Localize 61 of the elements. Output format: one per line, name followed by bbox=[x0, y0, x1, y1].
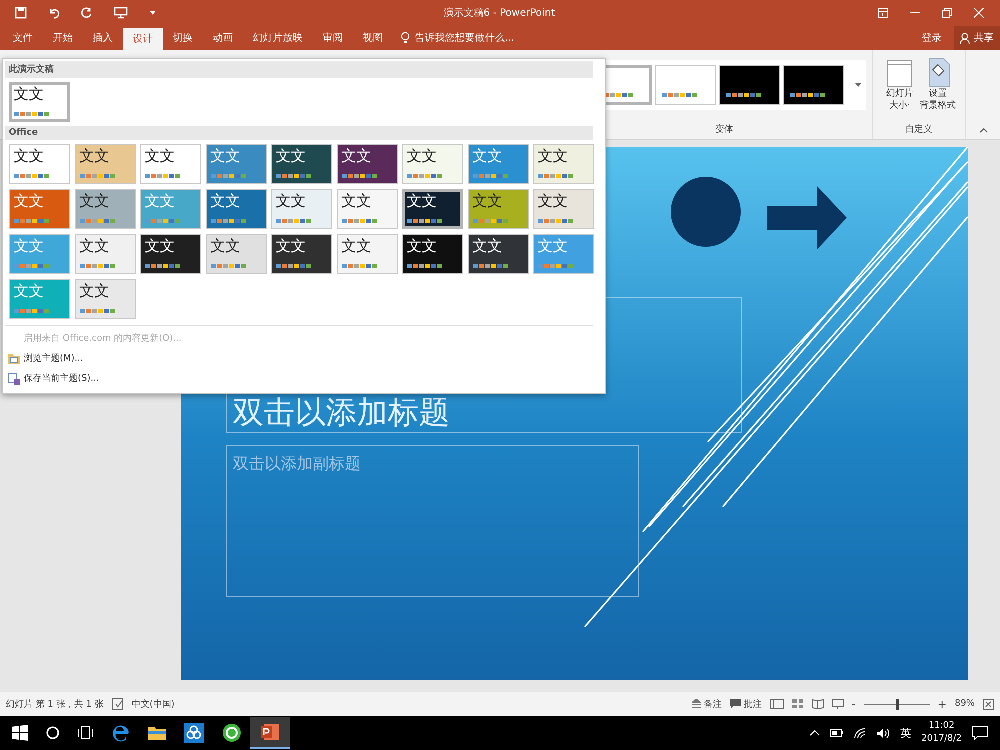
theme-thumbnail[interactable]: 文文 bbox=[206, 234, 266, 274]
theme-thumbnail[interactable]: 文文 bbox=[140, 144, 201, 184]
menu-item[interactable]: 浏览主题(M)... bbox=[5, 352, 593, 365]
notes-button[interactable]: 备注 bbox=[692, 698, 722, 710]
theme-thumbnail[interactable]: 文文 bbox=[9, 82, 70, 122]
ribbon-tab[interactable]: 审阅 bbox=[313, 26, 353, 50]
theme-thumbnail[interactable]: 文文 bbox=[74, 189, 136, 229]
theme-thumbnail[interactable]: 文文 bbox=[468, 144, 528, 184]
theme-thumbnail[interactable]: 文文 bbox=[336, 189, 398, 229]
ribbon-tab[interactable]: 插入 bbox=[83, 26, 123, 50]
theme-thumbnail[interactable]: 文文 bbox=[206, 189, 266, 229]
ribbon-tab[interactable]: 切换 bbox=[163, 26, 203, 50]
button-label-line: 大小· bbox=[890, 100, 910, 112]
theme-thumbnail[interactable]: 文文 bbox=[74, 234, 136, 274]
clock-time[interactable]: 11:02 bbox=[928, 720, 955, 733]
input-method-indicator[interactable]: 英 bbox=[900, 726, 912, 740]
theme-thumbnail[interactable]: 文文 bbox=[9, 189, 70, 229]
ribbon-tab[interactable]: 视图 bbox=[353, 26, 393, 50]
theme-thumbnail[interactable]: 文文 bbox=[271, 234, 332, 274]
theme-thumbnail[interactable]: 文文 bbox=[336, 234, 398, 274]
theme-thumbnail[interactable]: 文文 bbox=[74, 279, 136, 319]
ribbon-button[interactable]: 幻灯片 大小· bbox=[883, 58, 917, 112]
theme-thumbnail[interactable]: 文文 bbox=[402, 189, 463, 229]
theme-thumbnail[interactable]: 文文 bbox=[9, 144, 70, 184]
group-label: 自定义 bbox=[904, 124, 934, 136]
menu-item[interactable]: 保存当前主题(S)... bbox=[5, 372, 593, 385]
zoom-out-button[interactable]: - bbox=[852, 698, 856, 710]
clock-date[interactable]: 2017/8/2 bbox=[922, 733, 962, 746]
section-header: Office bbox=[5, 126, 593, 140]
theme-thumbnail[interactable]: 文文 bbox=[74, 144, 136, 184]
button-label-line: 幻灯片 bbox=[886, 88, 914, 100]
theme-thumbnail[interactable]: 文文 bbox=[468, 189, 528, 229]
button-label-line: 设置 bbox=[929, 88, 947, 100]
theme-thumbnail[interactable]: 文文 bbox=[336, 144, 398, 184]
theme-thumbnail[interactable]: 文文 bbox=[402, 144, 463, 184]
theme-thumbnail[interactable]: 文文 bbox=[271, 144, 332, 184]
theme-thumbnail[interactable]: 文文 bbox=[402, 234, 463, 274]
theme-thumbnail[interactable]: 文文 bbox=[271, 189, 332, 229]
ribbon-tab[interactable]: 文件 bbox=[3, 26, 43, 50]
ribbon-tab[interactable]: 动画 bbox=[203, 26, 243, 50]
language-label[interactable]: 中文(中国) bbox=[132, 698, 175, 710]
section-header: 此演示文稿 bbox=[5, 61, 593, 78]
theme-thumbnail[interactable]: 文文 bbox=[468, 234, 528, 274]
slide-count: 幻灯片 第 1 张，共 1 张 bbox=[6, 698, 104, 710]
tell-me-field[interactable]: 告诉我您想要做什么... bbox=[413, 32, 547, 44]
sign-in-link[interactable]: 登录 bbox=[910, 26, 954, 50]
zoom-percentage[interactable]: 89% bbox=[954, 699, 975, 709]
theme-thumbnail[interactable]: 文文 bbox=[140, 234, 201, 274]
theme-thumbnail[interactable]: 文文 bbox=[533, 144, 594, 184]
button-label-line: 背景格式 bbox=[920, 100, 956, 112]
group-label: 变体 bbox=[714, 124, 734, 136]
theme-thumbnail[interactable]: 文文 bbox=[206, 144, 266, 184]
window-title: 演示文稿6 - PowerPoint bbox=[442, 6, 556, 20]
ribbon-tab[interactable]: 幻灯片放映 bbox=[243, 26, 313, 50]
comments-button[interactable]: 批注 bbox=[730, 698, 762, 710]
zoom-in-button[interactable]: + bbox=[938, 698, 947, 710]
ribbon-button[interactable]: 设置 背景格式 bbox=[921, 58, 955, 112]
ribbon-tab[interactable]: 设计 bbox=[123, 28, 163, 50]
share-button[interactable]: 共享 bbox=[954, 26, 1000, 50]
ribbon-tab[interactable]: 开始 bbox=[43, 26, 83, 50]
theme-thumbnail[interactable]: 文文 bbox=[533, 189, 594, 229]
